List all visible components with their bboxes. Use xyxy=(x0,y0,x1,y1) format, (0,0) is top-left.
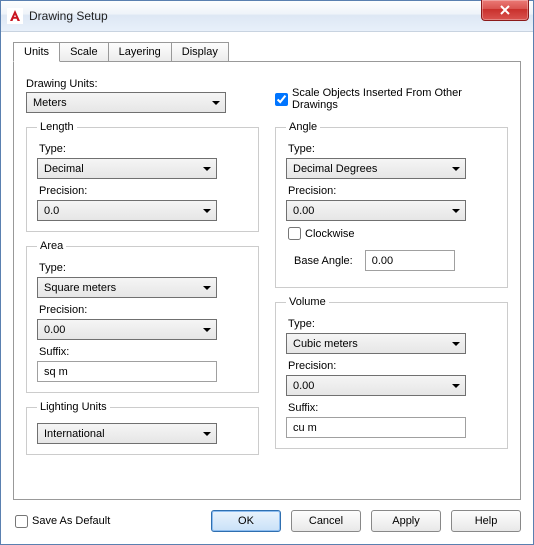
volume-type-select[interactable]: Cubic meters xyxy=(286,333,466,354)
drawing-units-select[interactable]: Meters xyxy=(26,92,226,113)
area-type-select[interactable]: Square meters xyxy=(37,277,217,298)
client-area: Units Scale Layering Display Drawing Uni… xyxy=(1,32,533,544)
chevron-down-icon xyxy=(447,377,464,394)
app-icon xyxy=(7,8,23,24)
volume-suffix-label: Suffix: xyxy=(288,402,497,414)
chevron-down-icon xyxy=(198,425,215,442)
area-precision-value: 0.00 xyxy=(44,324,65,336)
length-type-label: Type: xyxy=(39,143,248,155)
length-type-value: Decimal xyxy=(44,163,84,175)
angle-precision-value: 0.00 xyxy=(293,205,314,217)
volume-type-label: Type: xyxy=(288,318,497,330)
scale-objects-checkbox[interactable]: Scale Objects Inserted From Other Drawin… xyxy=(275,87,508,111)
clockwise-checkbox[interactable]: Clockwise xyxy=(288,227,497,240)
clockwise-input[interactable] xyxy=(288,227,301,240)
close-button[interactable] xyxy=(481,0,529,21)
scale-objects-input[interactable] xyxy=(275,93,288,106)
button-bar: Save As Default OK Cancel Apply Help xyxy=(13,500,521,532)
volume-type-value: Cubic meters xyxy=(293,338,358,350)
length-precision-value: 0.0 xyxy=(44,205,59,217)
chevron-down-icon xyxy=(198,160,215,177)
chevron-down-icon xyxy=(447,335,464,352)
apply-button[interactable]: Apply xyxy=(371,510,441,532)
titlebar: Drawing Setup xyxy=(1,1,533,32)
lighting-legend: Lighting Units xyxy=(37,401,110,413)
tab-units[interactable]: Units xyxy=(13,42,60,62)
base-angle-input[interactable] xyxy=(365,250,455,271)
area-group: Area Type: Square meters Precision: 0.00… xyxy=(26,240,259,393)
volume-precision-label: Precision: xyxy=(288,360,497,372)
scale-objects-label: Scale Objects Inserted From Other Drawin… xyxy=(292,87,508,111)
clockwise-label: Clockwise xyxy=(305,228,355,240)
length-precision-label: Precision: xyxy=(39,185,248,197)
volume-suffix-input[interactable] xyxy=(286,417,466,438)
area-legend: Area xyxy=(37,240,66,252)
length-legend: Length xyxy=(37,121,77,133)
volume-group: Volume Type: Cubic meters Precision: 0.0… xyxy=(275,296,508,449)
area-precision-select[interactable]: 0.00 xyxy=(37,319,217,340)
angle-precision-label: Precision: xyxy=(288,185,497,197)
save-default-input[interactable] xyxy=(15,515,28,528)
lighting-select[interactable]: International xyxy=(37,423,217,444)
angle-group: Angle Type: Decimal Degrees Precision: 0… xyxy=(275,121,508,288)
volume-legend: Volume xyxy=(286,296,329,308)
tab-page-units: Drawing Units: Meters Scale Objects Inse… xyxy=(13,61,521,500)
window-title: Drawing Setup xyxy=(29,9,108,23)
chevron-down-icon xyxy=(198,202,215,219)
chevron-down-icon xyxy=(447,160,464,177)
chevron-down-icon xyxy=(447,202,464,219)
help-button[interactable]: Help xyxy=(451,510,521,532)
area-type-value: Square meters xyxy=(44,282,116,294)
angle-type-value: Decimal Degrees xyxy=(293,163,377,175)
drawing-setup-window: Drawing Setup Units Scale Layering Displ… xyxy=(0,0,534,545)
angle-type-select[interactable]: Decimal Degrees xyxy=(286,158,466,179)
chevron-down-icon xyxy=(207,94,224,111)
area-suffix-label: Suffix: xyxy=(39,346,248,358)
tab-scale[interactable]: Scale xyxy=(59,42,109,62)
drawing-units-label: Drawing Units: xyxy=(26,78,259,90)
angle-type-label: Type: xyxy=(288,143,497,155)
tab-display[interactable]: Display xyxy=(171,42,229,62)
ok-button[interactable]: OK xyxy=(211,510,281,532)
length-group: Length Type: Decimal Precision: 0.0 xyxy=(26,121,259,232)
drawing-units-value: Meters xyxy=(33,97,67,109)
angle-legend: Angle xyxy=(286,121,320,133)
save-default-checkbox[interactable]: Save As Default xyxy=(15,515,110,528)
volume-precision-value: 0.00 xyxy=(293,380,314,392)
base-angle-label: Base Angle: xyxy=(294,255,353,267)
lighting-value: International xyxy=(44,428,105,440)
length-type-select[interactable]: Decimal xyxy=(37,158,217,179)
save-default-label: Save As Default xyxy=(32,515,110,527)
angle-precision-select[interactable]: 0.00 xyxy=(286,200,466,221)
area-suffix-input[interactable] xyxy=(37,361,217,382)
chevron-down-icon xyxy=(198,279,215,296)
length-precision-select[interactable]: 0.0 xyxy=(37,200,217,221)
chevron-down-icon xyxy=(198,321,215,338)
tab-strip: Units Scale Layering Display xyxy=(13,42,521,62)
area-type-label: Type: xyxy=(39,262,248,274)
volume-precision-select[interactable]: 0.00 xyxy=(286,375,466,396)
tab-layering[interactable]: Layering xyxy=(108,42,172,62)
area-precision-label: Precision: xyxy=(39,304,248,316)
lighting-group: Lighting Units International xyxy=(26,401,259,455)
cancel-button[interactable]: Cancel xyxy=(291,510,361,532)
